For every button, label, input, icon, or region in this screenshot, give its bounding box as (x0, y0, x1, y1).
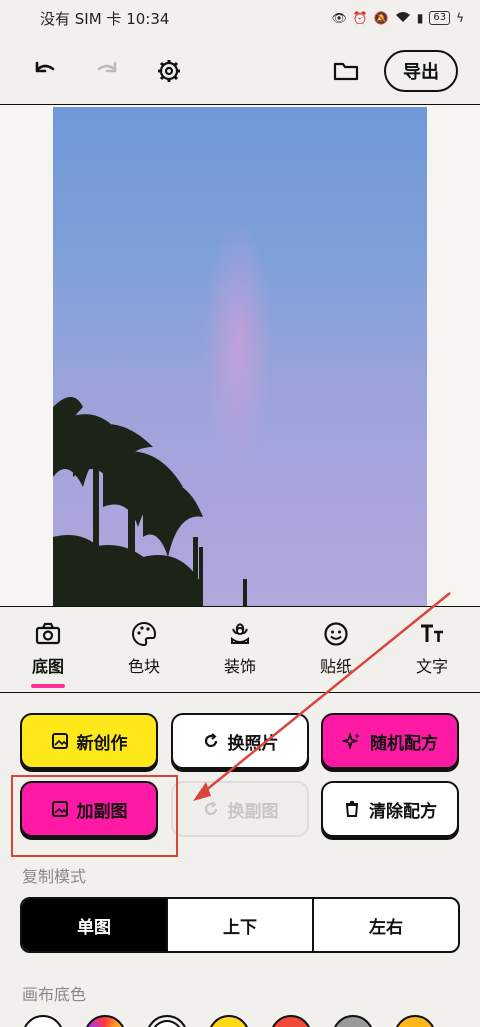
undo-icon (35, 61, 55, 73)
wifi-icon (395, 11, 411, 26)
top-toolbar: 导出 (0, 36, 480, 104)
tab-label: 装饰 (223, 657, 256, 676)
clock: 10:34 (126, 9, 170, 28)
swatch-custom[interactable] (84, 1015, 126, 1027)
tab-label: 色块 (127, 657, 160, 676)
clear-recipe-label: 清除配方 (369, 801, 437, 822)
carrier-text: 没有 SIM 卡 (40, 9, 122, 28)
refresh-icon (204, 801, 217, 816)
copy-mode-horizontal[interactable]: 左右 (314, 899, 458, 951)
clear-recipe-button[interactable]: 清除配方 (321, 781, 459, 837)
charging-icon: ϟ (456, 11, 464, 25)
trash-icon (345, 801, 359, 817)
tab-label: 文字 (415, 657, 448, 676)
gear-icon (158, 60, 180, 82)
base-image[interactable] (53, 107, 427, 606)
tab-color-block[interactable]: 色块 (104, 607, 184, 692)
copy-mode-single[interactable]: 单图 (22, 899, 168, 951)
palette-icon (131, 621, 157, 647)
folder-icon (333, 62, 359, 81)
swatch-white[interactable] (22, 1015, 64, 1027)
image-icon (51, 733, 68, 749)
sparkle-icon (342, 733, 360, 749)
swatch-white-selected[interactable] (146, 1015, 188, 1027)
highlight-box (11, 775, 178, 857)
tab-decoration[interactable]: 装饰 (200, 607, 280, 692)
new-creation-label: 新创作 (76, 733, 128, 754)
copy-mode-label: 复制模式 (22, 867, 87, 886)
canvas-bg-label: 画布底色 (22, 985, 87, 1004)
status-left: 没有 SIM 卡 10:34 (40, 8, 169, 29)
new-creation-button[interactable]: 新创作 (20, 713, 158, 769)
flower-icon (227, 621, 253, 647)
camera-icon (35, 621, 61, 647)
swatch-orange[interactable] (394, 1015, 436, 1027)
eye-icon: 👁 (331, 11, 347, 25)
canvas-color-swatches (22, 1015, 436, 1027)
alarm-off-icon: ⏰ (352, 11, 368, 25)
active-tab-indicator (31, 684, 65, 688)
refresh-icon (204, 733, 217, 748)
mute-icon: 🔕 (373, 11, 389, 25)
tab-sticker[interactable]: 贴纸 (296, 607, 376, 692)
change-sub-image-label: 换副图 (227, 801, 279, 822)
copy-mode-segmented: 单图 上下 左右 (20, 897, 460, 953)
swatch-red[interactable] (270, 1015, 312, 1027)
export-button[interactable]: 导出 (384, 50, 458, 92)
tab-base-image[interactable]: 底图 (8, 607, 88, 692)
undo-button[interactable] (28, 54, 62, 88)
warning-icon: ▮ (416, 11, 424, 25)
random-recipe-label: 随机配方 (370, 733, 438, 754)
smiley-icon (323, 621, 349, 647)
redo-button[interactable] (90, 54, 124, 88)
settings-button[interactable] (152, 54, 186, 88)
tab-text[interactable]: 文字 (392, 607, 472, 692)
swatch-gray[interactable] (332, 1015, 374, 1027)
random-recipe-button[interactable]: 随机配方 (321, 713, 459, 769)
swatch-yellow[interactable] (208, 1015, 250, 1027)
tab-label: 底图 (31, 657, 64, 676)
palm-trees-silhouette (53, 397, 247, 606)
tab-label: 贴纸 (319, 657, 352, 676)
status-icons: 👁 ⏰ 🔕 ▮ 63 ϟ (332, 11, 464, 26)
text-size-icon (419, 621, 445, 647)
folder-button[interactable] (329, 54, 363, 88)
change-photo-label: 换照片 (227, 733, 279, 754)
change-sub-image-button[interactable]: 换副图 (171, 781, 309, 837)
change-photo-button[interactable]: 换照片 (171, 713, 309, 769)
feature-tabs: 底图 色块 装饰 贴纸 文字 (0, 607, 480, 693)
redo-icon (97, 61, 117, 73)
battery-icon: 63 (429, 11, 451, 25)
status-bar: 没有 SIM 卡 10:34 👁 ⏰ 🔕 ▮ 63 ϟ (0, 0, 480, 36)
copy-mode-vertical[interactable]: 上下 (168, 899, 314, 951)
canvas-area[interactable] (0, 104, 480, 607)
